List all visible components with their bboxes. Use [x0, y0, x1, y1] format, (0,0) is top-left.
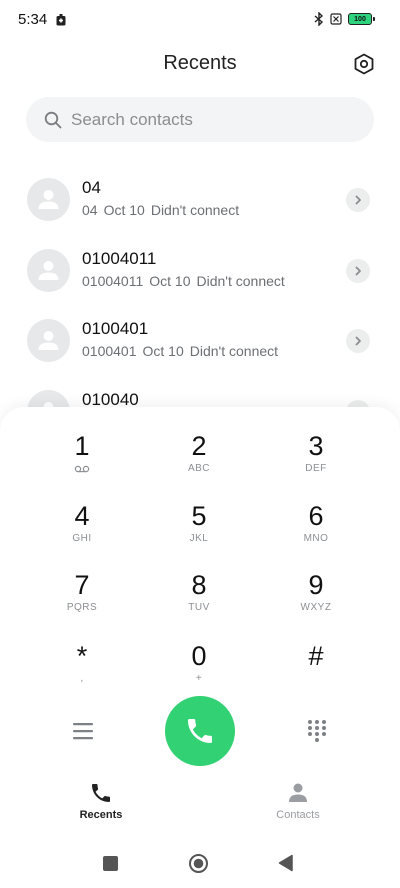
battery-icon: 100 — [348, 13, 375, 25]
call-meta: 01004011 Oct 10 Didn't connect — [82, 273, 285, 289]
key-digit: 0 — [191, 641, 207, 671]
dialpad-panel: 1 2 ABC 3 DEF 4 GHI 5 JKL 6 MNO 7 PQRS 8… — [0, 407, 400, 888]
key-letters: , — [80, 673, 84, 684]
dialpad-key-1[interactable]: 1 — [32, 430, 132, 492]
tab-label: Recents — [79, 809, 123, 821]
key-digit: 4 — [74, 501, 90, 531]
voicemail-icon — [74, 465, 90, 473]
dialpad-key-8[interactable]: 8 TUV — [149, 569, 249, 631]
square-recents-icon[interactable] — [103, 856, 118, 871]
dialpad-grid-icon[interactable] — [305, 719, 329, 743]
chevron-right-icon — [355, 336, 361, 346]
key-letters: ABC — [187, 463, 211, 474]
call-button[interactable] — [165, 696, 235, 766]
dialpad-key-5[interactable]: 5 JKL — [149, 500, 249, 562]
menu-icon[interactable] — [71, 720, 95, 742]
search-icon — [44, 111, 62, 128]
key-letters: WXYZ — [300, 602, 332, 613]
person-avatar-icon — [38, 190, 59, 209]
key-digit: 7 — [74, 570, 90, 600]
key-digit: 1 — [74, 431, 90, 461]
status-time: 5:34 — [18, 11, 48, 28]
call-details-button[interactable] — [346, 188, 370, 212]
dialpad-key-4[interactable]: 4 GHI — [32, 500, 132, 562]
call-status: Didn't connect — [150, 202, 240, 218]
dialpad-key-6[interactable]: 6 MNO — [266, 500, 366, 562]
key-letters: PQRS — [66, 602, 98, 613]
bluetooth-icon — [314, 12, 324, 26]
call-log-row[interactable]: 01004011 01004011 Oct 10 Didn't connect — [0, 235, 400, 305]
battery-level: 100 — [354, 15, 366, 23]
page-title: Recents — [163, 52, 237, 74]
key-digit: 2 — [191, 431, 207, 461]
search-input[interactable] — [71, 109, 341, 130]
avatar — [27, 319, 70, 362]
call-date: Oct 10 — [149, 273, 191, 289]
avatar — [27, 178, 70, 221]
call-name: 0100401 — [82, 319, 149, 338]
chevron-right-icon — [355, 195, 361, 205]
call-status: Didn't connect — [196, 273, 285, 289]
triangle-back-icon[interactable] — [278, 854, 294, 872]
person-icon — [289, 783, 307, 802]
circle-home-icon[interactable] — [188, 853, 209, 874]
key-digit: 6 — [308, 501, 324, 531]
tab-recents[interactable]: Recents — [41, 781, 161, 821]
person-avatar-icon — [38, 331, 59, 350]
key-letters: GHI — [72, 533, 92, 544]
key-digit: 5 — [191, 501, 207, 531]
call-number: 01004011 — [82, 273, 144, 289]
key-letters: + — [195, 673, 203, 684]
call-date: Oct 10 — [142, 343, 184, 359]
call-meta: 04 Oct 10 Didn't connect — [82, 202, 239, 218]
phone-call-icon — [188, 719, 212, 743]
key-letters: TUV — [188, 602, 210, 613]
dialpad-key-0[interactable]: 0 + — [149, 640, 249, 702]
tab-contacts[interactable]: Contacts — [238, 781, 358, 821]
dialpad-key-star[interactable]: * , — [32, 640, 132, 702]
key-digit: 8 — [191, 570, 207, 600]
call-meta: 0100401 Oct 10 Didn't connect — [82, 343, 278, 359]
call-name: 04 — [82, 178, 101, 197]
key-letters: JKL — [189, 533, 209, 544]
key-letters: DEF — [305, 463, 327, 474]
dialpad-key-3[interactable]: 3 DEF — [266, 430, 366, 492]
call-details-button[interactable] — [346, 329, 370, 353]
chevron-right-icon — [355, 266, 361, 276]
hexagon-settings-icon[interactable] — [352, 52, 376, 76]
call-status: Didn't connect — [189, 343, 279, 359]
system-nav-bar — [0, 845, 400, 881]
dialpad-key-7[interactable]: 7 PQRS — [32, 569, 132, 631]
status-bar: 5:34 100 — [0, 0, 400, 40]
call-name: 01004011 — [82, 249, 157, 268]
notification-icon — [56, 14, 66, 26]
key-digit: 9 — [308, 570, 324, 600]
key-letters: MNO — [303, 533, 329, 544]
call-number: 0100401 — [82, 343, 137, 359]
dialpad-key-2[interactable]: 2 ABC — [149, 430, 249, 492]
avatar — [27, 249, 70, 292]
search-box[interactable] — [26, 97, 374, 142]
dialpad-key-hash[interactable]: # — [266, 640, 366, 702]
phone-icon — [92, 784, 110, 802]
person-avatar-icon — [38, 261, 59, 280]
call-log-row[interactable]: 0100401 0100401 Oct 10 Didn't connect — [0, 305, 400, 375]
call-details-button[interactable] — [346, 259, 370, 283]
key-digit: # — [308, 641, 324, 671]
call-log-row[interactable]: 04 04 Oct 10 Didn't connect — [0, 164, 400, 234]
status-icons: 100 — [314, 12, 375, 26]
dialpad-key-9[interactable]: 9 WXYZ — [266, 569, 366, 631]
no-sim-icon — [330, 13, 342, 25]
key-digit: * — [76, 641, 88, 671]
call-number: 04 — [82, 202, 98, 218]
tab-label: Contacts — [276, 809, 320, 821]
key-digit: 3 — [308, 431, 324, 461]
call-date: Oct 10 — [103, 202, 145, 218]
